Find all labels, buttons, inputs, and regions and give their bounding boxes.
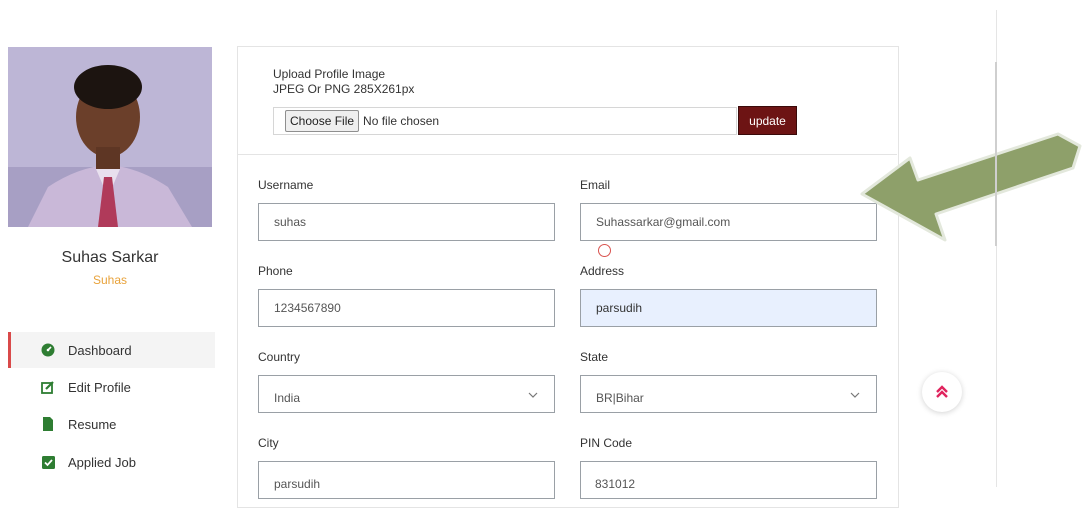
update-button[interactable]: update (738, 106, 797, 135)
chevron-down-icon (850, 387, 860, 401)
email-label: Email (580, 178, 611, 192)
dashboard-icon (40, 342, 56, 358)
scroll-to-top-button[interactable] (922, 372, 962, 412)
username-label: Username (258, 178, 314, 192)
city-label: City (258, 436, 279, 450)
address-input[interactable]: parsudih (580, 289, 877, 327)
sidebar-item-label: Applied Job (68, 454, 136, 470)
divider (238, 154, 897, 155)
sidebar-item-edit-profile[interactable]: Edit Profile (8, 369, 212, 405)
address-label: Address (580, 264, 625, 278)
sidebar-item-resume[interactable]: Resume (8, 406, 212, 442)
pin-label: PIN Code (580, 436, 633, 450)
sidebar-item-label: Resume (68, 416, 117, 432)
scrollbar-thumb[interactable] (995, 62, 997, 246)
sidebar-item-label: Edit Profile (68, 379, 131, 395)
state-value: BR|Bihar (596, 391, 644, 405)
profile-photo (8, 47, 212, 227)
profile-name: Suhas Sarkar (61, 249, 159, 266)
upload-title: Upload Profile Image (273, 67, 386, 81)
file-icon (40, 416, 56, 432)
email-input[interactable]: Suhassarkar@gmail.com (580, 203, 877, 241)
country-label: Country (258, 350, 301, 364)
file-input[interactable]: Choose File No file chosen (273, 107, 737, 135)
country-select[interactable]: India (258, 375, 555, 413)
pin-input[interactable]: 831012 (580, 461, 877, 499)
file-status: No file chosen (363, 114, 440, 128)
choose-file-button[interactable]: Choose File (285, 110, 360, 132)
cursor-circle-marker (598, 244, 611, 257)
upload-hint: JPEG Or PNG 285X261px (273, 82, 415, 96)
profile-username: Suhas (92, 273, 128, 287)
sidebar-item-label: Dashboard (68, 342, 132, 358)
city-input[interactable]: parsudih (258, 461, 555, 499)
edit-icon (40, 379, 56, 395)
checkbox-icon (40, 454, 56, 470)
phone-input[interactable]: 1234567890 (258, 289, 555, 327)
state-select[interactable]: BR|Bihar (580, 375, 877, 413)
state-label: State (580, 350, 609, 364)
chevron-down-icon (528, 387, 538, 401)
sidebar-item-applied-job[interactable]: Applied Job (8, 444, 212, 480)
sidebar-item-dashboard[interactable]: Dashboard (8, 332, 215, 368)
phone-label: Phone (258, 264, 293, 278)
annotation-arrow-icon (860, 132, 1082, 242)
double-chevron-up-icon (936, 385, 948, 398)
username-input[interactable]: suhas (258, 203, 555, 241)
country-value: India (274, 391, 301, 405)
